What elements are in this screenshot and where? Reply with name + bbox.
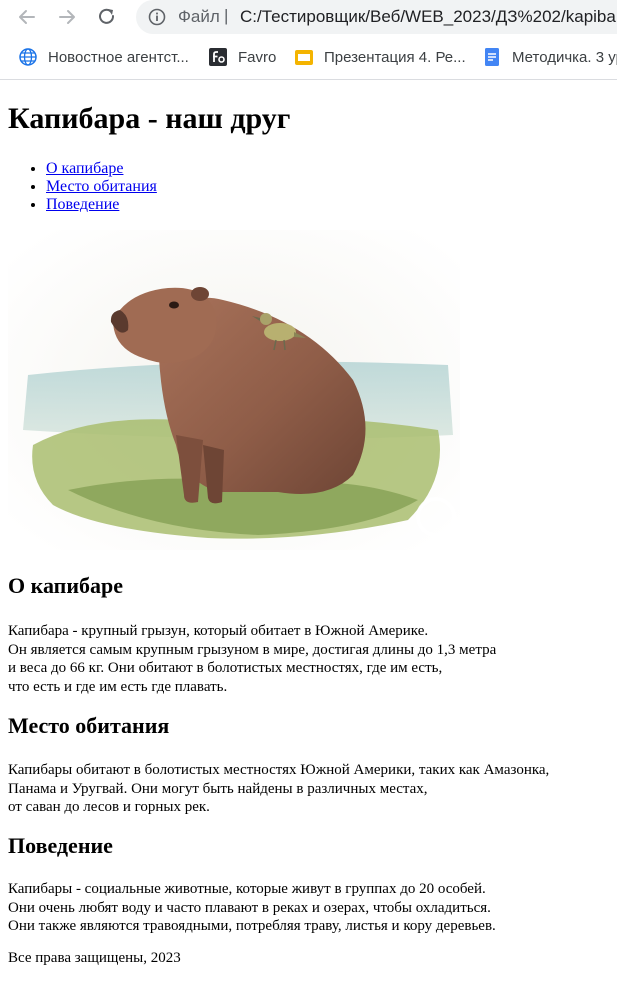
- url-text[interactable]: C:/Тестировщик/Веб/WEB_2023/ДЗ%202/kapib…: [240, 7, 616, 27]
- bookmark-news-agency[interactable]: Новостное агентст...: [18, 46, 189, 68]
- text-line: Капибары - социальные животные, которые …: [8, 881, 486, 897]
- bookmark-method-guide[interactable]: Методичка. 3 ур: [482, 46, 617, 68]
- text-line: Он является самым крупным грызуном в мир…: [8, 641, 497, 658]
- info-icon[interactable]: [148, 8, 166, 26]
- section-heading-about: О капибаре: [8, 573, 124, 598]
- text-line: и веса до 66 кг. Они обитают в болотисты…: [8, 660, 443, 676]
- section-text-habitat: Капибары обитают в болотистых местностях…: [8, 761, 549, 817]
- nav-item: О капибаре: [46, 160, 157, 178]
- favro-icon: [208, 47, 228, 67]
- chrome-divider: [0, 79, 617, 80]
- page-footer: Все права защищены, 2023: [8, 950, 181, 966]
- arrow-right-icon: [59, 10, 75, 24]
- bookmark-label: Favro: [238, 48, 277, 66]
- section-heading-habitat: Место обитания: [8, 713, 170, 738]
- text-line: Они также являются травоядными, потребля…: [8, 918, 496, 934]
- docs-icon: [482, 47, 502, 67]
- text-line: от саван до лесов и горных рек.: [8, 799, 210, 815]
- bookmark-label: Методичка. 3 ур: [512, 48, 617, 66]
- reload-button[interactable]: [94, 4, 120, 30]
- bookmarks-bar: Новостное агентст... Favro Презентация 4…: [0, 40, 617, 76]
- nav-item: Место обитания: [46, 178, 157, 196]
- slides-icon: [294, 47, 314, 67]
- browser-toolbar: Файл | C:/Тестировщик/Веб/WEB_2023/ДЗ%20…: [0, 0, 617, 34]
- forward-button[interactable]: [54, 4, 80, 30]
- address-bar[interactable]: Файл | C:/Тестировщик/Веб/WEB_2023/ДЗ%20…: [136, 0, 617, 34]
- bookmark-label: Новостное агентст...: [48, 48, 189, 66]
- section-heading-behavior: Поведение: [8, 833, 113, 858]
- bookmark-presentation[interactable]: Презентация 4. Ре...: [294, 46, 466, 68]
- reload-icon: [99, 8, 115, 24]
- page-title: Капибара - наш друг: [8, 102, 291, 135]
- globe-icon: [18, 47, 38, 67]
- file-scheme-label: Файл: [178, 7, 220, 26]
- nav-link-behavior[interactable]: Поведение: [46, 196, 119, 213]
- nav-link-about[interactable]: О капибаре: [46, 160, 123, 177]
- text-line: что есть и где им есть где плавать.: [8, 678, 228, 695]
- text-line: Они очень любят воду и часто плавают в р…: [8, 899, 491, 916]
- text-line: Капибара - крупный грызун, который обита…: [8, 623, 429, 639]
- section-text-about: Капибара - крупный грызун, который обита…: [8, 622, 496, 696]
- back-button[interactable]: [14, 4, 40, 30]
- bookmark-favro[interactable]: Favro: [208, 46, 276, 68]
- capybara-illustration: [8, 230, 460, 550]
- arrow-left-icon: [19, 10, 35, 24]
- nav-item: Поведение: [46, 196, 157, 214]
- address-separator: |: [224, 6, 229, 25]
- bookmark-label: Презентация 4. Ре...: [324, 48, 466, 66]
- text-line: Капибары обитают в болотистых местностях…: [8, 762, 550, 778]
- section-text-behavior: Капибары - социальные животные, которые …: [8, 880, 496, 936]
- nav-list: О капибаре Место обитания Поведение: [8, 160, 157, 214]
- nav-link-habitat[interactable]: Место обитания: [46, 178, 157, 195]
- text-line: Панама и Уругвай. Они могут быть найдены…: [8, 780, 428, 797]
